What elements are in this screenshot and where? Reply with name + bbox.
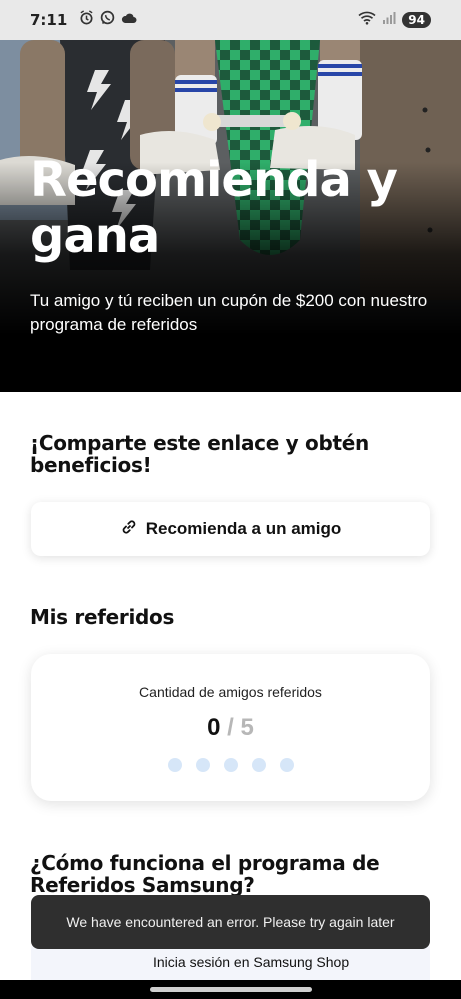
alarm-icon	[79, 10, 94, 30]
status-right: 94	[358, 11, 431, 30]
recommend-friend-button[interactable]: Recomienda a un amigo	[31, 502, 430, 556]
hero-title: Recomienda y gana	[30, 152, 398, 264]
progress-dot	[167, 758, 182, 772]
referrals-counter: 0 / 5	[31, 714, 430, 742]
referrals-max: 5	[240, 714, 254, 741]
share-heading: ¡Comparte este enlace y obtén beneficios…	[30, 431, 369, 477]
signal-icon	[382, 11, 396, 30]
progress-dot	[223, 758, 238, 772]
link-icon	[120, 518, 138, 541]
progress-dot	[279, 758, 294, 772]
how-it-works-heading: ¿Cómo funciona el programa de Referidos …	[30, 851, 380, 897]
cloud-icon	[121, 11, 137, 29]
system-nav-bar	[0, 980, 461, 999]
error-toast: We have encountered an error. Please try…	[31, 895, 430, 949]
recommend-friend-label: Recomienda a un amigo	[145, 519, 342, 538]
hero-banner: Recomienda y gana Tu amigo y tú reciben …	[0, 40, 461, 392]
referrals-separator: /	[227, 714, 234, 741]
wifi-icon	[358, 11, 376, 30]
hero-subtitle: Tu amigo y tú reciben un cupón de $200 c…	[30, 291, 428, 334]
status-bar: 7:11 94	[0, 0, 461, 40]
progress-dot	[251, 758, 266, 772]
referrals-progress-dots	[31, 758, 430, 772]
progress-dot	[195, 758, 210, 772]
home-gesture-handle[interactable]	[149, 987, 312, 992]
referrals-heading: Mis referidos	[30, 605, 175, 629]
status-time: 7:11	[30, 11, 68, 29]
referrals-card: Cantidad de amigos referidos 0 / 5	[31, 654, 430, 801]
status-left: 7:11	[30, 10, 137, 30]
whatsapp-icon	[100, 10, 115, 30]
battery-badge: 94	[402, 12, 431, 28]
referrals-current: 0	[207, 714, 221, 741]
login-card-label: Inicia sesión en Samsung Shop	[153, 954, 350, 970]
referrals-count-label: Cantidad de amigos referidos	[139, 684, 322, 700]
error-toast-message: We have encountered an error. Please try…	[66, 914, 395, 930]
